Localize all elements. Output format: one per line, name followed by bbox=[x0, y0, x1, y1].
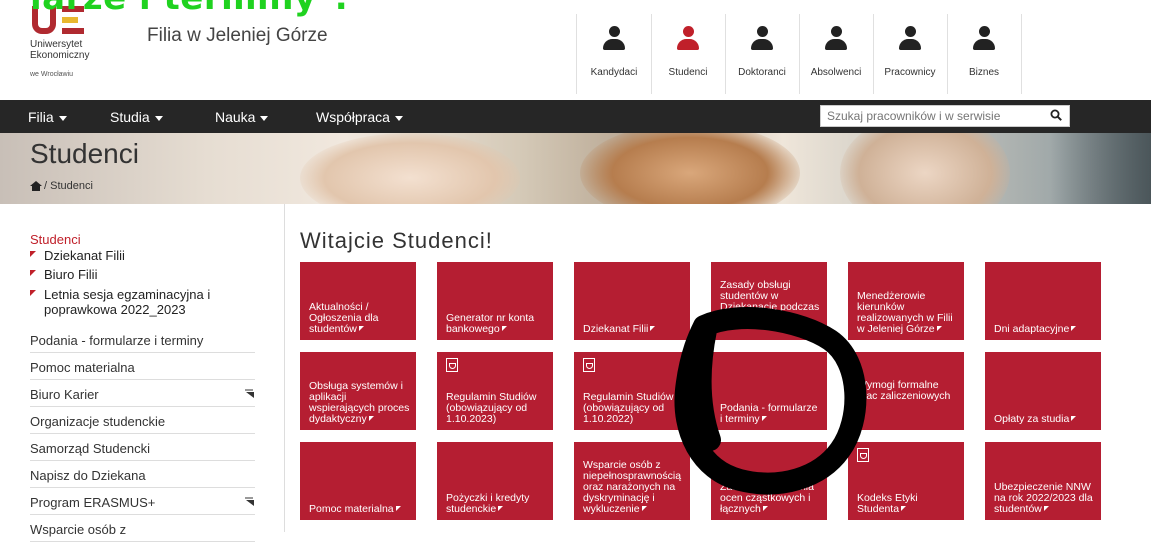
search-input[interactable] bbox=[821, 106, 1043, 126]
tile-generator[interactable]: Generator nr konta bankowego bbox=[437, 262, 553, 340]
tile-dziekanat[interactable]: Dziekanat Filii bbox=[574, 262, 690, 340]
audience-studenci[interactable]: Studenci bbox=[651, 14, 726, 94]
nav-filia[interactable]: Filia bbox=[28, 109, 67, 125]
expand-icon[interactable] bbox=[245, 497, 255, 507]
sidebar-item[interactable]: Samorząd Studencki bbox=[30, 435, 255, 461]
audience-label: Pracownicy bbox=[884, 67, 936, 78]
tile-oplaty[interactable]: Opłaty za studia bbox=[985, 352, 1101, 430]
bullet-icon bbox=[30, 270, 36, 276]
arrow-icon bbox=[761, 416, 767, 421]
tile-menedzerowie[interactable]: Menedżerowie kierunków realizowanych w F… bbox=[848, 262, 964, 340]
nav-label: Współpraca bbox=[316, 109, 390, 125]
audience-doktoranci[interactable]: Doktoranci bbox=[725, 14, 800, 94]
tile-aktualnosci[interactable]: Aktualności / Ogłoszenia dla studentów bbox=[300, 262, 416, 340]
sidebar-item[interactable]: Organizacje studenckie bbox=[30, 408, 255, 434]
sidebar-item[interactable]: Biuro Karier bbox=[30, 381, 255, 407]
nav-label: Filia bbox=[28, 109, 54, 125]
arrow-icon bbox=[368, 416, 374, 421]
caret-down-icon bbox=[58, 115, 67, 121]
home-icon[interactable] bbox=[30, 181, 42, 191]
tile-kodeks-etyki[interactable]: Kodeks Etyki Studenta bbox=[848, 442, 964, 520]
audience-label: Absolwenci bbox=[810, 67, 862, 78]
breadcrumb-current: / Studenci bbox=[44, 180, 93, 192]
arrow-icon bbox=[1071, 326, 1077, 331]
audience-kandydaci[interactable]: Kandydaci bbox=[577, 14, 652, 94]
welcome-heading: Witajcie Studenci! bbox=[300, 228, 493, 253]
arrow-icon bbox=[395, 506, 401, 511]
sidebar-item[interactable]: Napisz do Dziekana bbox=[30, 462, 255, 488]
caret-down-icon bbox=[394, 115, 403, 121]
graduate-icon bbox=[825, 26, 847, 52]
audience-absolwenci[interactable]: Absolwenci bbox=[799, 14, 874, 94]
tile-ubezpieczenie[interactable]: Ubezpieczenie NNW na rok 2022/2023 dla s… bbox=[985, 442, 1101, 520]
tile-pomoc-materialna[interactable]: Pomoc materialna bbox=[300, 442, 416, 520]
bullet-icon bbox=[30, 251, 36, 257]
hero-banner bbox=[0, 133, 1151, 204]
audience-label: Kandydaci bbox=[590, 67, 638, 78]
university-logo[interactable]: Uniwersytet Ekonomiczny we Wrocławiu bbox=[30, 6, 130, 86]
tile-regulamin-2023[interactable]: Regulamin Studiów (obowiązujący od 1.10.… bbox=[437, 352, 553, 430]
site-search bbox=[820, 105, 1070, 127]
sidebar: Studenci Dziekanat Filii Biuro Filii Let… bbox=[0, 204, 285, 542]
logo-city: we Wrocławiu bbox=[30, 71, 74, 78]
audience-pracownicy[interactable]: Pracownicy bbox=[873, 14, 948, 94]
tile-podania[interactable]: Podania - formularze i terminy bbox=[711, 352, 827, 430]
candidate-icon bbox=[603, 26, 625, 52]
overlay-caption: iarze i terminy". bbox=[30, 0, 348, 18]
sidebar-subitem[interactable]: Letnia sesja egzaminacyjna i poprawkowa … bbox=[30, 287, 255, 317]
expand-icon[interactable] bbox=[245, 389, 255, 399]
business-icon bbox=[973, 26, 995, 52]
sidebar-heading[interactable]: Studenci bbox=[30, 232, 81, 247]
audience-label: Biznes bbox=[968, 67, 999, 78]
audience-label: Doktoranci bbox=[738, 67, 786, 78]
arrow-icon bbox=[1043, 506, 1049, 511]
arrow-icon bbox=[936, 326, 942, 331]
sidebar-item[interactable]: Program ERASMUS+ bbox=[30, 489, 255, 515]
arrow-icon bbox=[641, 506, 647, 511]
pdf-icon bbox=[857, 448, 869, 462]
sidebar-subitem[interactable]: Biuro Filii bbox=[30, 267, 97, 282]
tile-zasady-obslugi[interactable]: Zasady obsługi studentów w Dziekanacie p… bbox=[711, 262, 827, 340]
arrow-icon bbox=[498, 506, 504, 511]
nav-label: Nauka bbox=[215, 109, 256, 125]
audience-nav: Kandydaci Studenci Doktoranci Absolwenci… bbox=[576, 14, 1091, 94]
nav-studia[interactable]: Studia bbox=[110, 109, 163, 125]
tile-wsparcie[interactable]: Wsparcie osób z niepełnosprawnością oraz… bbox=[574, 442, 690, 520]
nav-wspolpraca[interactable]: Współpraca bbox=[316, 109, 403, 125]
sidebar-subitem[interactable]: Dziekanat Filii bbox=[30, 248, 125, 263]
arrow-icon bbox=[358, 326, 364, 331]
tile-pozyczki[interactable]: Pożyczki i kredyty studenckie bbox=[437, 442, 553, 520]
sidebar-item[interactable]: Pomoc materialna bbox=[30, 354, 255, 380]
page-title: Studenci bbox=[30, 138, 139, 169]
arrow-icon bbox=[501, 326, 507, 331]
arrow-icon bbox=[762, 506, 768, 511]
audience-biznes[interactable]: Biznes bbox=[947, 14, 1022, 94]
employee-icon bbox=[899, 26, 921, 52]
tile-zasady-ocen[interactable]: Zasady wystawiania ocen cząstkowych i łą… bbox=[711, 442, 827, 520]
audience-label: Studenci bbox=[668, 67, 708, 78]
pdf-icon bbox=[583, 358, 595, 372]
tile-obsluga-systemow[interactable]: Obsługa systemów i aplikacji wspierający… bbox=[300, 352, 416, 430]
tile-regulamin-2022[interactable]: Regulamin Studiów (obowiązujący od 1.10.… bbox=[574, 352, 690, 430]
logo-name-line2: Ekonomiczny bbox=[30, 50, 90, 61]
arrow-icon bbox=[901, 506, 907, 511]
pdf-icon bbox=[446, 358, 458, 372]
bullet-icon bbox=[30, 290, 36, 296]
sidebar-item[interactable]: Wsparcie osób z bbox=[30, 516, 255, 542]
search-icon[interactable] bbox=[1050, 109, 1062, 121]
sidebar-item[interactable]: Podania - formularze i terminy bbox=[30, 327, 255, 353]
caret-down-icon bbox=[154, 115, 163, 121]
breadcrumb: / Studenci bbox=[30, 180, 93, 192]
arrow-icon bbox=[650, 326, 656, 331]
nav-nauka[interactable]: Nauka bbox=[215, 109, 269, 125]
tile-wymogi-formalne[interactable]: Wymogi formalne prac zaliczeniowych bbox=[848, 352, 964, 430]
student-icon bbox=[677, 26, 699, 52]
tile-dni-adaptacyjne[interactable]: Dni adaptacyjne bbox=[985, 262, 1101, 340]
logo-name-line1: Uniwersytet bbox=[30, 39, 83, 50]
doctoral-icon bbox=[751, 26, 773, 52]
caret-down-icon bbox=[260, 115, 269, 121]
nav-label: Studia bbox=[110, 109, 150, 125]
arrow-icon bbox=[1071, 416, 1077, 421]
branch-title: Filia w Jeleniej Górze bbox=[147, 25, 328, 46]
